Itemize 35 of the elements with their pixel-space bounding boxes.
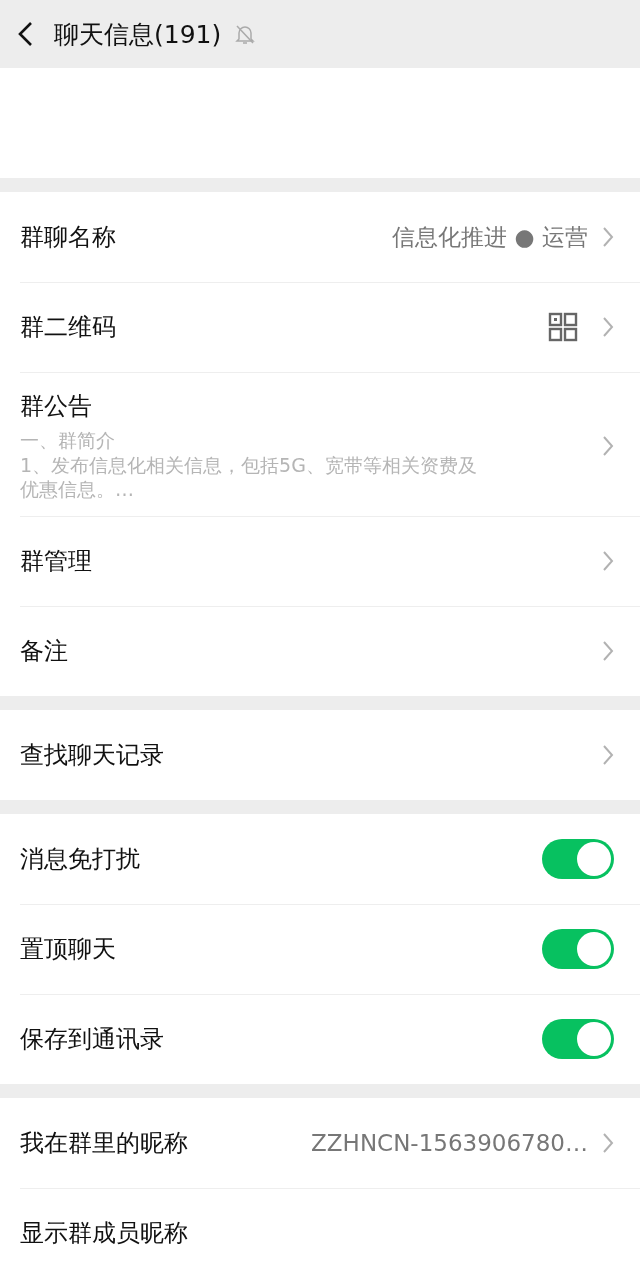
row-label: 消息免打扰: [20, 844, 140, 876]
settings-row[interactable]: 群二维码: [0, 282, 640, 372]
row-label: 群管理: [20, 546, 92, 578]
notice-text: 优惠信息。…: [20, 477, 135, 503]
chevron-icon: [602, 316, 614, 338]
row-label: 群公告: [20, 391, 93, 422]
settings-row[interactable]: 备注: [0, 606, 640, 697]
settings-row[interactable]: 群管理: [0, 516, 640, 607]
qr-code-icon: [548, 312, 578, 342]
notice-text: 一、群简介: [20, 428, 116, 453]
toggle-switch[interactable]: [542, 839, 614, 880]
chevron-icon: [602, 226, 614, 248]
chevron-icon: [602, 435, 614, 458]
chevron-icon: [602, 640, 614, 663]
row-label: 显示群成员昵称: [20, 1218, 188, 1250]
row-label: 置顶聊天: [20, 934, 116, 966]
chevron-icon: [602, 1132, 614, 1155]
row-label: 群二维码: [20, 312, 116, 343]
toggle-switch[interactable]: [542, 1019, 614, 1060]
row-label: 群聊名称: [20, 222, 116, 253]
chevron-icon: [602, 550, 614, 573]
row-value: ZZHNCN-1563906780…: [311, 1130, 588, 1157]
chevron-icon: [602, 744, 614, 767]
settings-row[interactable]: 查找聊天记录: [0, 710, 640, 801]
settings-row[interactable]: 我在群里的昵称 ZZHNCN-1563906780…: [0, 1098, 640, 1189]
toggle-switch[interactable]: [542, 929, 614, 970]
settings-row[interactable]: 群聊名称 信息化推进 ● 运营: [0, 192, 640, 282]
row-label: 查找聊天记录: [20, 740, 164, 772]
row-value: 信息化推进 ● 运营: [392, 222, 588, 252]
row-label: 保存到通讯录: [20, 1024, 164, 1056]
row-label: 我在群里的昵称: [20, 1128, 188, 1160]
row-label: 备注: [20, 636, 68, 668]
settings-row[interactable]: 群公告 一、群简介 1、发布信息化相关信息，包括5G、宽带等相关资费及 优惠信息。…: [0, 372, 640, 517]
notice-text: 1、发布信息化相关信息，包括5G、宽带等相关资费及: [20, 452, 478, 478]
page-title: 聊天信息(191): [54, 18, 222, 51]
